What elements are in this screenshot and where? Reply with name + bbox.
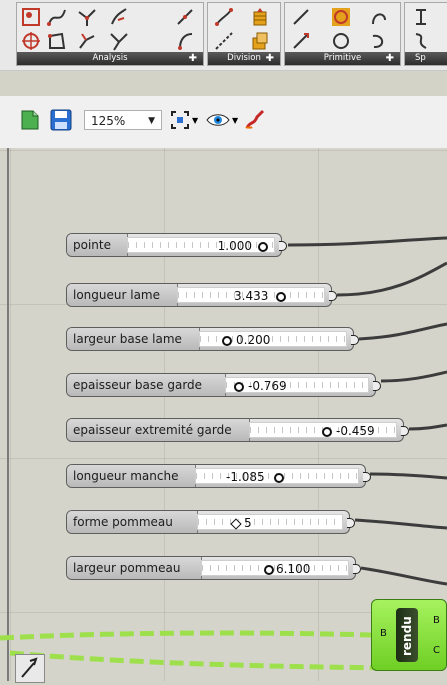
line-icon[interactable] bbox=[289, 5, 313, 29]
interpolate-icon[interactable] bbox=[409, 5, 433, 29]
slider-value: 0.200 bbox=[236, 333, 271, 347]
slider-track[interactable]: -1.085 bbox=[195, 468, 359, 484]
zoom-select[interactable]: 125% ▼ bbox=[84, 110, 162, 130]
dropdown-arrow-icon: ▼ bbox=[192, 115, 199, 125]
contour-icon[interactable] bbox=[248, 5, 272, 29]
slider-knob[interactable] bbox=[276, 292, 286, 302]
rendu-cluster-node[interactable]: B rendu B C bbox=[371, 599, 447, 671]
arc-icon[interactable] bbox=[367, 5, 391, 29]
ribbon-label-primitive: Primitive ✚ bbox=[285, 52, 400, 65]
curve-tangent-icon[interactable] bbox=[45, 5, 69, 29]
line-sdl-icon[interactable] bbox=[289, 29, 313, 53]
slider-largeur-base-lame[interactable]: largeur base lame 0.200 bbox=[66, 327, 359, 351]
slider-value: 6.100 bbox=[276, 562, 311, 576]
zoom-extents-icon[interactable]: ▼ bbox=[170, 108, 198, 132]
arc-3pt-icon[interactable] bbox=[367, 29, 391, 53]
ribbon-group-division: Division ✚ bbox=[207, 2, 281, 66]
slider-knob[interactable] bbox=[234, 382, 244, 392]
ribbon-group-primitive: Primitive ✚ bbox=[284, 2, 401, 66]
node-title: rendu bbox=[400, 616, 414, 656]
input-port-b[interactable]: B bbox=[380, 628, 387, 639]
slider-track[interactable]: -0.459 bbox=[249, 422, 397, 438]
slider-knob[interactable] bbox=[274, 473, 284, 483]
slider-label: largeur base lame bbox=[67, 328, 200, 350]
ribbon-group-spline: Sp bbox=[404, 2, 447, 66]
circle-icon[interactable] bbox=[329, 29, 353, 53]
slider-pointe[interactable]: pointe 1.000 bbox=[66, 233, 287, 257]
ribbon-label-spline: Sp bbox=[405, 52, 447, 65]
slider-label: epaisseur extremité garde bbox=[67, 419, 250, 441]
slider-knob[interactable] bbox=[264, 565, 274, 575]
kinky-curve-icon[interactable] bbox=[409, 29, 433, 53]
slider-value: -0.459 bbox=[336, 424, 375, 438]
curve-branch-icon[interactable] bbox=[75, 5, 99, 29]
slider-track[interactable]: -0.769 bbox=[225, 377, 369, 393]
pan-tool-icon bbox=[21, 657, 38, 678]
curve-curvature-icon[interactable] bbox=[173, 29, 197, 53]
slider-epaisseur-extremite-garde[interactable]: epaisseur extremité garde -0.459 bbox=[66, 418, 409, 442]
canvas-left-border bbox=[7, 148, 9, 681]
slider-label: epaisseur base garde bbox=[67, 374, 226, 396]
circle-cnr-icon[interactable] bbox=[329, 5, 353, 29]
sketch-pen-icon[interactable] bbox=[244, 108, 266, 132]
slider-value: 1.000 bbox=[217, 239, 252, 253]
slider-value: -0.769 bbox=[248, 379, 287, 393]
canvas-widget-button[interactable] bbox=[15, 654, 45, 683]
slider-value: 3.433 bbox=[234, 289, 269, 303]
slider-track[interactable]: 3.433 bbox=[177, 287, 325, 303]
open-file-icon[interactable] bbox=[20, 108, 40, 132]
canvas-toolbar: 125% ▼ ▼ ▼ bbox=[0, 96, 447, 148]
slider-label: longueur manche bbox=[67, 465, 196, 487]
slider-longueur-lame[interactable]: longueur lame 3.433 bbox=[66, 283, 337, 307]
component-ribbon: Analysis ✚ Division ✚ Primitive ✚ Sp bbox=[0, 0, 447, 71]
slider-label: forme pommeau bbox=[67, 511, 198, 533]
expand-plus-icon[interactable]: ✚ bbox=[266, 52, 274, 65]
slider-longueur-manche[interactable]: longueur manche -1.085 bbox=[66, 464, 371, 488]
expand-plus-icon[interactable]: ✚ bbox=[386, 52, 394, 65]
preview-eye-icon[interactable]: ▼ bbox=[206, 108, 238, 132]
slider-track[interactable]: 6.100 bbox=[201, 560, 349, 576]
slider-label: pointe bbox=[67, 234, 128, 256]
curve-perp-frame-icon[interactable] bbox=[75, 29, 99, 53]
slider-forme-pommeau[interactable]: forme pommeau 5 bbox=[66, 510, 355, 534]
slider-knob[interactable] bbox=[222, 336, 232, 346]
slider-value: 5 bbox=[244, 516, 252, 530]
slider-label: longueur lame bbox=[67, 284, 178, 306]
dropdown-arrow-icon: ▼ bbox=[148, 116, 155, 126]
slider-track[interactable]: 1.000 bbox=[127, 237, 275, 253]
slider-track[interactable]: 0.200 bbox=[199, 331, 347, 347]
slider-label: largeur pommeau bbox=[67, 557, 202, 579]
slider-largeur-pommeau[interactable]: largeur pommeau 6.100 bbox=[66, 556, 361, 580]
point-target-icon[interactable] bbox=[19, 29, 43, 53]
slider-track[interactable]: 5 bbox=[197, 514, 343, 530]
divide-distance-icon[interactable] bbox=[212, 29, 236, 53]
slider-epaisseur-base-garde[interactable]: epaisseur base garde -0.769 bbox=[66, 373, 381, 397]
curve-frame-icon[interactable] bbox=[107, 5, 131, 29]
curve-derivative-icon[interactable] bbox=[173, 5, 197, 29]
contour-ex-icon[interactable] bbox=[248, 29, 272, 53]
ribbon-group-analysis: Analysis ✚ bbox=[16, 2, 204, 66]
curve-closest-point-icon[interactable] bbox=[19, 5, 43, 29]
slider-knob[interactable] bbox=[258, 242, 268, 252]
slider-value: -1.085 bbox=[226, 470, 265, 484]
save-file-icon[interactable] bbox=[50, 108, 72, 132]
ribbon-label-division: Division ✚ bbox=[208, 52, 280, 65]
output-port-c[interactable]: C bbox=[433, 645, 440, 656]
expand-plus-icon[interactable]: ✚ bbox=[189, 52, 197, 65]
curve-split-icon[interactable] bbox=[107, 29, 131, 53]
ribbon-label-analysis: Analysis ✚ bbox=[17, 52, 203, 65]
divide-curve-icon[interactable] bbox=[212, 5, 236, 29]
dropdown-arrow-icon: ▼ bbox=[232, 115, 239, 125]
output-port-b[interactable]: B bbox=[433, 615, 440, 626]
slider-knob[interactable] bbox=[322, 427, 332, 437]
polyline-box-icon[interactable] bbox=[45, 29, 69, 53]
